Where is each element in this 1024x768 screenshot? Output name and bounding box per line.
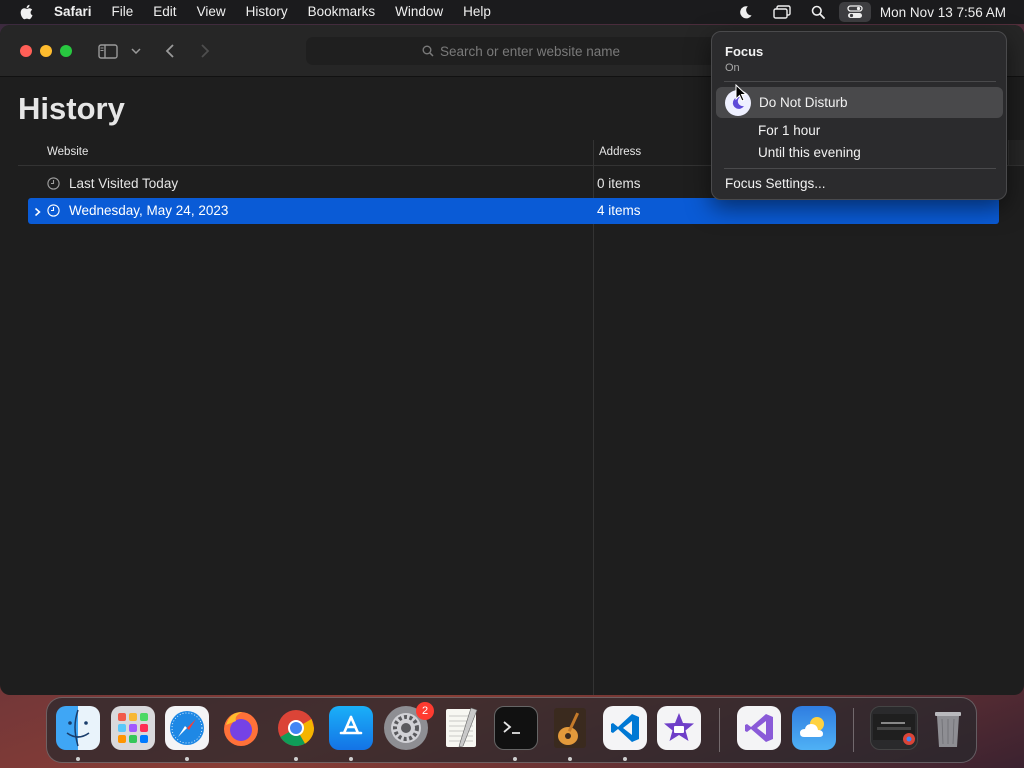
history-row-title: Wednesday, May 24, 2023 bbox=[69, 203, 229, 218]
running-indicator bbox=[513, 757, 517, 761]
running-indicator bbox=[76, 757, 80, 761]
imovie-icon[interactable] bbox=[657, 706, 701, 750]
history-row-count: 4 items bbox=[597, 203, 641, 218]
focus-title: Focus bbox=[725, 44, 764, 59]
menu-window[interactable]: Window bbox=[385, 0, 453, 24]
do-not-disturb-label: Do Not Disturb bbox=[759, 95, 848, 110]
menu-help[interactable]: Help bbox=[453, 0, 501, 24]
zoom-window-button[interactable] bbox=[60, 45, 72, 57]
page-title: History bbox=[18, 91, 125, 126]
minimize-window-button[interactable] bbox=[40, 45, 52, 57]
textedit-icon[interactable] bbox=[439, 706, 483, 750]
column-header-address[interactable]: Address bbox=[599, 146, 641, 158]
close-window-button[interactable] bbox=[20, 45, 32, 57]
chrome-window-preview-icon[interactable] bbox=[870, 706, 918, 750]
header-edge bbox=[1008, 140, 1024, 166]
menu-edit[interactable]: Edit bbox=[143, 0, 186, 24]
address-placeholder: Search or enter website name bbox=[439, 43, 621, 59]
apple-menu-icon[interactable] bbox=[0, 4, 52, 20]
launchpad-icon[interactable] bbox=[111, 706, 155, 750]
firefox-icon[interactable] bbox=[219, 706, 263, 750]
app-store-icon[interactable] bbox=[329, 706, 373, 750]
divider bbox=[724, 81, 996, 82]
finder-icon[interactable] bbox=[56, 706, 100, 750]
moon-icon[interactable] bbox=[728, 0, 764, 24]
control-center-icon[interactable] bbox=[838, 2, 871, 22]
mouse-pointer-icon bbox=[735, 83, 748, 107]
terminal-icon[interactable] bbox=[494, 706, 538, 750]
tab-group-chevron-down-icon[interactable] bbox=[128, 39, 144, 63]
address-bar[interactable]: Search or enter website name bbox=[306, 37, 736, 65]
spotlight-search-icon[interactable] bbox=[800, 0, 836, 24]
clock-icon bbox=[47, 177, 60, 193]
safari-icon[interactable] bbox=[165, 706, 209, 750]
dock-separator bbox=[719, 708, 720, 752]
focus-status: On bbox=[725, 62, 740, 74]
visual-studio-icon[interactable] bbox=[737, 706, 781, 750]
screen-mirroring-icon[interactable] bbox=[764, 0, 800, 24]
running-indicator bbox=[568, 757, 572, 761]
running-indicator bbox=[623, 757, 627, 761]
divider bbox=[724, 168, 996, 169]
back-chevron-icon[interactable] bbox=[160, 39, 180, 63]
search-icon bbox=[422, 45, 434, 57]
running-indicator bbox=[185, 757, 189, 761]
do-not-disturb-item[interactable]: Do Not Disturb bbox=[716, 87, 1003, 118]
focus-popover: Focus On Do Not Disturb For 1 hour Until… bbox=[711, 31, 1007, 200]
menu-file[interactable]: File bbox=[102, 0, 144, 24]
garageband-icon[interactable] bbox=[548, 706, 592, 750]
focus-settings-item[interactable]: Focus Settings... bbox=[725, 176, 826, 191]
focus-option-1-hour[interactable]: For 1 hour bbox=[758, 123, 820, 138]
chrome-icon[interactable] bbox=[274, 706, 318, 750]
menu-clock[interactable]: Mon Nov 13 7:56 AM bbox=[874, 5, 1024, 20]
sidebar-toggle-icon[interactable] bbox=[96, 39, 120, 63]
clock-icon bbox=[47, 204, 60, 220]
weather-icon[interactable] bbox=[792, 706, 836, 750]
menu-bookmarks[interactable]: Bookmarks bbox=[298, 0, 386, 24]
menu-history[interactable]: History bbox=[236, 0, 298, 24]
menu-view[interactable]: View bbox=[187, 0, 236, 24]
vscode-icon[interactable] bbox=[603, 706, 647, 750]
history-row-count: 0 items bbox=[597, 176, 641, 191]
menu-bar: Safari File Edit View History Bookmarks … bbox=[0, 0, 1024, 24]
trash-icon[interactable] bbox=[926, 706, 970, 750]
dock-separator bbox=[853, 708, 854, 752]
disclosure-chevron-right-icon[interactable] bbox=[34, 205, 41, 220]
table-row-selected[interactable]: Wednesday, May 24, 2023 4 items bbox=[28, 198, 999, 224]
forward-chevron-icon[interactable] bbox=[195, 39, 215, 63]
history-row-title: Last Visited Today bbox=[69, 176, 179, 191]
running-indicator bbox=[294, 757, 298, 761]
notification-badge: 2 bbox=[416, 702, 434, 720]
status-area: Mon Nov 13 7:56 AM bbox=[728, 0, 1024, 24]
dock: 2 bbox=[46, 697, 977, 763]
focus-option-until-evening[interactable]: Until this evening bbox=[758, 145, 861, 160]
running-indicator bbox=[349, 757, 353, 761]
menu-app-name[interactable]: Safari bbox=[52, 0, 102, 24]
column-header-website[interactable]: Website bbox=[47, 146, 88, 158]
